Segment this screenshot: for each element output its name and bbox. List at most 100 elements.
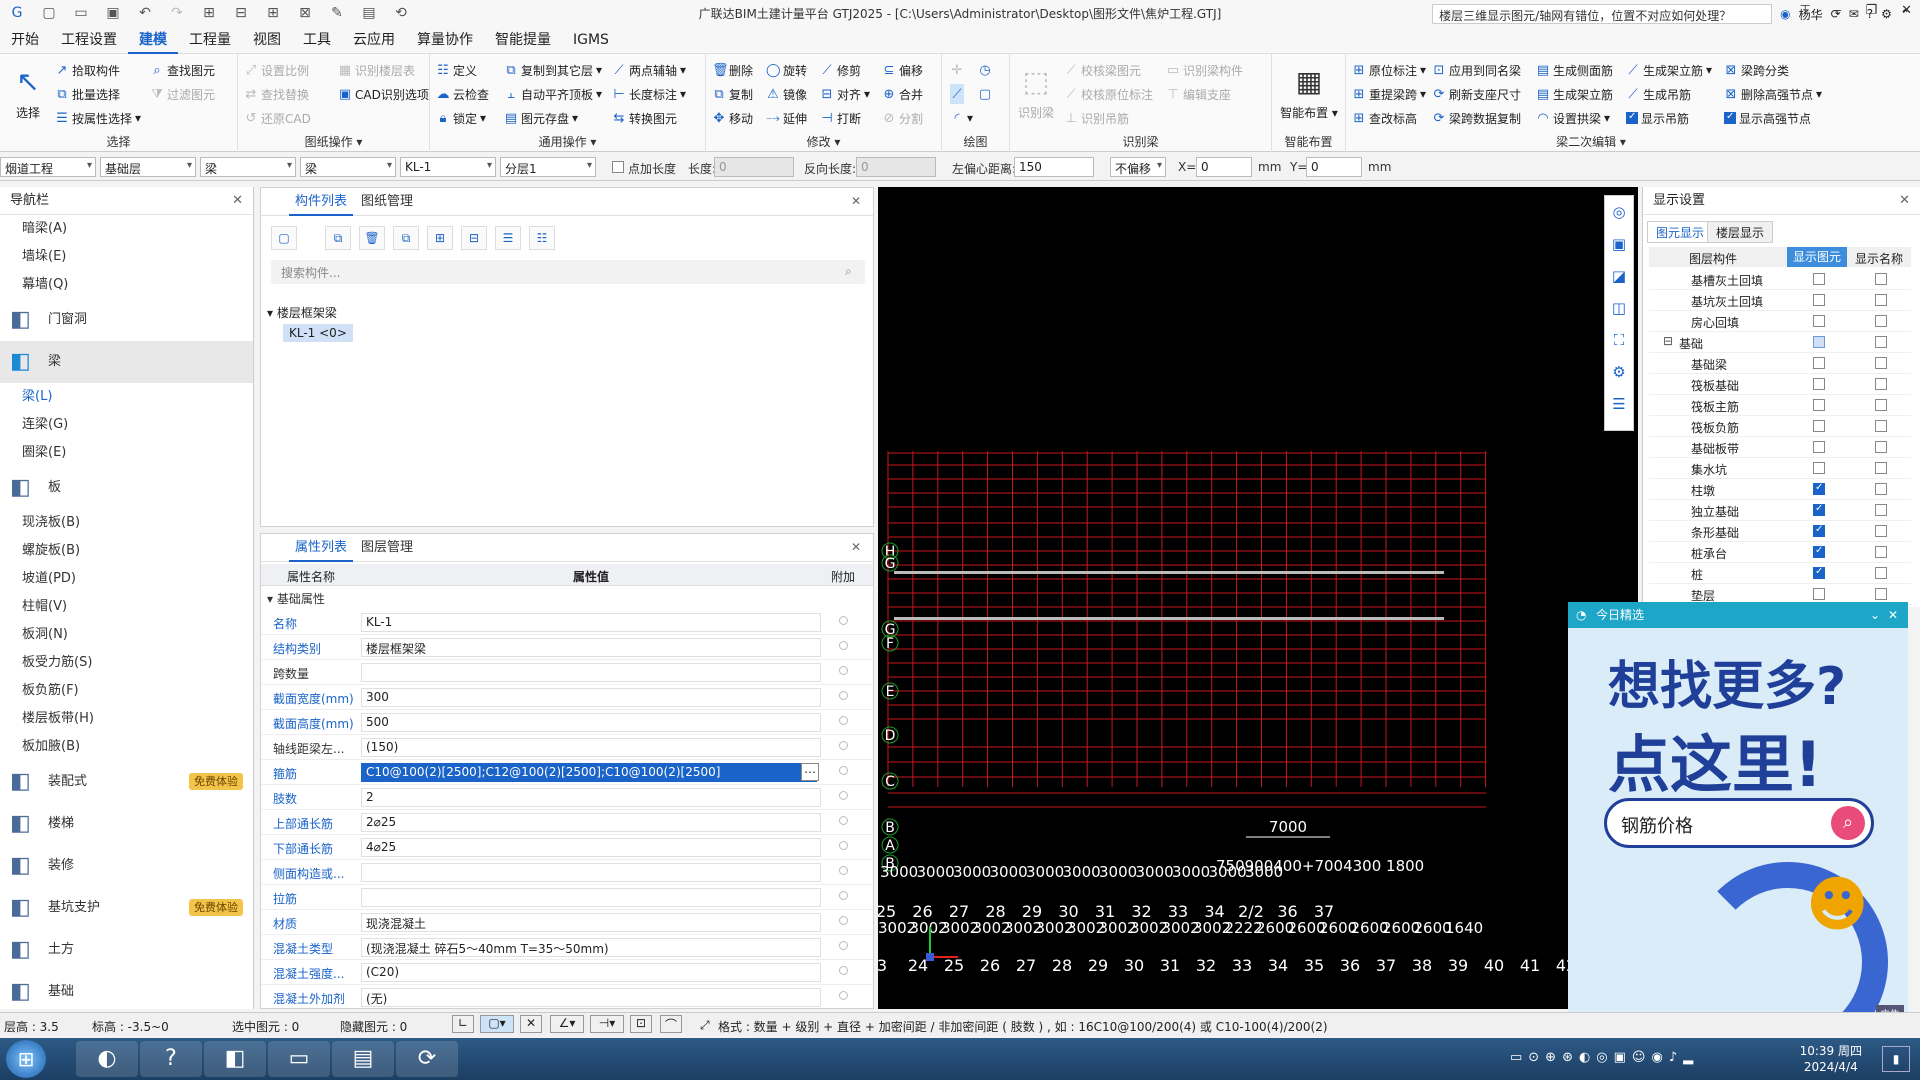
recognize-beam-comp-button[interactable]: ▭ 识别梁构件 bbox=[1166, 60, 1243, 80]
show-element-checkbox[interactable] bbox=[1813, 294, 1825, 306]
gen-hanger-button[interactable]: ⟋ 生成吊筋 bbox=[1626, 84, 1691, 104]
menu-item-3[interactable]: 工程量 bbox=[178, 26, 242, 54]
collapse-ribbon-icon[interactable]: ⌃ bbox=[1900, 7, 1910, 21]
cube-view-icon[interactable]: ◫ bbox=[1605, 292, 1633, 324]
top-view-icon[interactable]: ▣ bbox=[1605, 228, 1633, 260]
notes-icon[interactable]: ☰ bbox=[1605, 388, 1633, 420]
split-button[interactable]: ⊘ 分割 bbox=[882, 108, 923, 128]
arc-draw-icon[interactable]: ◜ ▾ bbox=[950, 108, 973, 128]
property-value-input[interactable]: (现浇混凝土 碎石5～40mm T=35～50mm) bbox=[361, 938, 821, 957]
tab-layer-manage[interactable]: 图层管理 bbox=[355, 534, 419, 562]
show-name-checkbox[interactable] bbox=[1875, 336, 1887, 348]
nav-sub-item[interactable]: 现浇板(B) bbox=[0, 509, 253, 537]
menu-item-9[interactable]: IGMS bbox=[562, 26, 620, 54]
check-beam-button[interactable]: ⟋ 校核梁图元 bbox=[1064, 60, 1141, 80]
add-radio[interactable] bbox=[839, 841, 848, 850]
convert-element-button[interactable]: ⇆ 转换图元 bbox=[612, 108, 677, 128]
menu-item-4[interactable]: 视图 bbox=[242, 26, 292, 54]
delete-component-icon[interactable]: 🗑︎ bbox=[359, 226, 385, 250]
show-name-checkbox[interactable] bbox=[1875, 357, 1887, 369]
select-button[interactable]: ↖ 选择 bbox=[8, 60, 48, 121]
show-name-checkbox[interactable] bbox=[1875, 567, 1887, 579]
shift-select[interactable]: 不偏移 bbox=[1110, 157, 1166, 177]
property-value-input[interactable]: (150) bbox=[361, 738, 821, 757]
align-button[interactable]: ⊟ 对齐 ▾ bbox=[820, 84, 871, 104]
set-arch-beam-button[interactable]: ◠ 设置拱梁 ▾ bbox=[1536, 108, 1610, 128]
menu-item-2[interactable]: 建模 bbox=[128, 26, 178, 54]
show-hs-node-checkbox[interactable] bbox=[1724, 111, 1736, 124]
cad-options-button[interactable]: ▣ CAD识别选项 bbox=[338, 84, 429, 104]
re-extract-span-button[interactable]: ⊞ 重提梁跨 ▾ bbox=[1352, 84, 1427, 104]
help-icon[interactable]: ? bbox=[1867, 7, 1873, 21]
nav-sub-item[interactable]: 坡道(PD) bbox=[0, 565, 253, 593]
property-value-input[interactable]: 现浇混凝土 bbox=[361, 913, 821, 932]
auto-align-top-button[interactable]: ⫠ 自动平齐顶板 ▾ bbox=[504, 84, 602, 104]
user-name[interactable]: 杨华 bbox=[1799, 6, 1823, 23]
nav-sub-item[interactable]: 板负筋(F) bbox=[0, 677, 253, 705]
drawing-ops-label[interactable]: 图纸操作 ▾ bbox=[238, 133, 429, 150]
show-name-checkbox[interactable] bbox=[1875, 504, 1887, 516]
copy-span-data-button[interactable]: ⟳ 梁跨数据复制 bbox=[1432, 108, 1521, 128]
toolbar-icon-5[interactable]: ✎ bbox=[326, 5, 348, 21]
edit-support-button[interactable]: ⊤ 编辑支座 bbox=[1166, 84, 1231, 104]
gen-side-bar-button[interactable]: ▤ 生成侧面筋 bbox=[1536, 60, 1613, 80]
beam-span-class-button[interactable]: ⊠ 梁跨分类 bbox=[1724, 60, 1789, 80]
add-radio[interactable] bbox=[839, 891, 848, 900]
3d-view-icon[interactable]: ◎ bbox=[1605, 196, 1633, 228]
nav-category[interactable]: ◧ 楼梯 bbox=[0, 803, 253, 845]
nav-sub-item[interactable]: 连梁(G) bbox=[0, 411, 253, 439]
show-element-checkbox[interactable] bbox=[1813, 441, 1825, 453]
property-value-input[interactable]: (无) bbox=[361, 988, 821, 1007]
component-search-input[interactable]: 搜索构件... bbox=[271, 260, 865, 284]
gen-erect-bar-button[interactable]: ▤ 生成架立筋 bbox=[1536, 84, 1613, 104]
taskbar-pdf-icon[interactable]: ▤ bbox=[332, 1041, 394, 1077]
add-radio[interactable] bbox=[839, 741, 848, 750]
find-element-button[interactable]: ⌕ 查找图元 bbox=[150, 60, 215, 80]
curve-icon[interactable]: ⌒ bbox=[660, 1015, 682, 1033]
taskbar-help-icon[interactable]: ? bbox=[140, 1041, 202, 1077]
y-input[interactable]: 0 bbox=[1306, 157, 1362, 177]
nav-category[interactable]: ◧ 基础 bbox=[0, 971, 253, 1013]
nav-sub-item[interactable]: 板加腋(B) bbox=[0, 733, 253, 761]
property-value-input[interactable]: 300 bbox=[361, 688, 821, 707]
add-radio[interactable] bbox=[839, 616, 848, 625]
property-value-input[interactable] bbox=[361, 888, 821, 907]
nav-sub-item[interactable]: 板洞(N) bbox=[0, 621, 253, 649]
show-name-checkbox[interactable] bbox=[1875, 525, 1887, 537]
menu-item-7[interactable]: 算量协作 bbox=[406, 26, 484, 54]
show-name-checkbox[interactable] bbox=[1875, 315, 1887, 327]
property-value-input[interactable]: 500 bbox=[361, 713, 821, 732]
toolbar-icon-3[interactable]: ⊞ bbox=[262, 5, 284, 21]
property-value-input[interactable]: (C20) bbox=[361, 963, 821, 982]
property-value-input[interactable]: KL-1 bbox=[361, 613, 821, 632]
batch-select-button[interactable]: ⧉ 批量选择 bbox=[55, 84, 120, 104]
nav-category[interactable]: ◧ 装配式 免费体验 bbox=[0, 761, 253, 803]
modify-label[interactable]: 修改 ▾ bbox=[706, 133, 941, 150]
show-element-checkbox[interactable] bbox=[1813, 336, 1825, 348]
tab-property-list[interactable]: 属性列表 bbox=[289, 534, 354, 562]
save-element-button[interactable]: ▤ 图元存盘 ▾ bbox=[504, 108, 578, 128]
toolbar-icon-2[interactable]: ⊟ bbox=[230, 5, 252, 21]
new-component-icon[interactable]: ▢ bbox=[271, 226, 297, 250]
add-radio[interactable] bbox=[839, 716, 848, 725]
show-name-checkbox[interactable] bbox=[1875, 546, 1887, 558]
tab-drawing-manage[interactable]: 图纸管理 bbox=[355, 188, 419, 216]
add-radio[interactable] bbox=[839, 991, 848, 1000]
nav-category[interactable]: ◧ 基坑支护 免费体验 bbox=[0, 887, 253, 929]
drawing-canvas[interactable]: H G G F E D C B A B 7000 3000 3000 3000 3000 3000 3000 30… bbox=[878, 187, 1638, 1009]
property-value-input[interactable]: 2⌀25 bbox=[361, 813, 821, 832]
lock-button[interactable]: 🔒︎ 锁定 ▾ bbox=[436, 108, 487, 128]
gen-erect-bar2-button[interactable]: ⟋ 生成架立筋 ▾ bbox=[1626, 60, 1712, 80]
delete-hs-node-button[interactable]: ⊠ 删除高强节点 ▾ bbox=[1724, 84, 1823, 104]
show-element-checkbox[interactable] bbox=[1813, 462, 1825, 474]
nav-category[interactable]: ◧ 梁 bbox=[0, 341, 253, 383]
proplist-close-icon[interactable]: ✕ bbox=[851, 540, 861, 554]
floor-select[interactable]: 基础层 bbox=[100, 157, 196, 177]
menu-item-6[interactable]: 云应用 bbox=[342, 26, 406, 54]
menu-item-5[interactable]: 工具 bbox=[292, 26, 342, 54]
reverse-length-input[interactable]: 0 bbox=[856, 157, 936, 177]
ad-search-box[interactable]: 钢筋价格 ⌕ bbox=[1604, 798, 1874, 848]
menu-item-0[interactable]: 开始 bbox=[0, 26, 50, 54]
layer-select[interactable]: 分层1 bbox=[500, 157, 596, 177]
start-button-icon[interactable]: ⊞ bbox=[6, 1040, 46, 1078]
